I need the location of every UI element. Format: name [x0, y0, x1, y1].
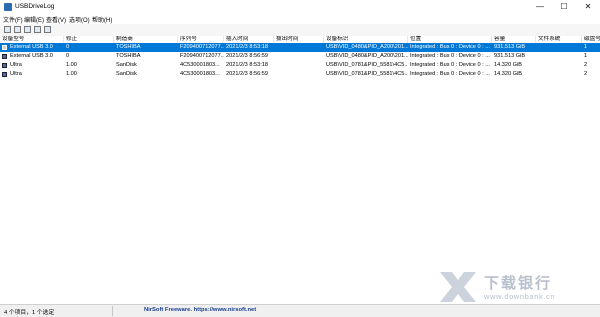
cell-disk-number: 2: [584, 62, 588, 68]
cell-capacity: 931.513 GiB: [494, 53, 526, 59]
refresh-icon[interactable]: [34, 26, 41, 33]
menu-edit[interactable]: 编辑(E): [24, 15, 44, 24]
column-header-serial[interactable]: 序列号: [178, 36, 224, 43]
cell-disk-number: 1: [584, 44, 588, 50]
cell-unplug-time: [274, 43, 324, 52]
cell-plugin-time: 2021/2/3 8:53:18: [226, 62, 268, 68]
cell-unplug-time: [274, 52, 324, 61]
column-header-revision[interactable]: 修正: [64, 36, 114, 43]
window-title: USBDriveLog: [15, 3, 55, 10]
close-button[interactable]: ✕: [576, 0, 600, 14]
cell-plugin-time: 2021/2/3 8:56:59: [226, 53, 268, 59]
usb-drive-icon: [2, 72, 7, 77]
cell-revision: 0: [66, 44, 70, 50]
column-header-model[interactable]: 设备型号: [0, 36, 64, 43]
cell-filesystem: [536, 43, 582, 52]
menu-options[interactable]: 选项(O): [69, 15, 90, 24]
cell-serial: F209400712077...: [180, 53, 224, 59]
cell-revision: 1.00: [66, 71, 77, 77]
table-row[interactable]: Ultra 1.00 SanDisk 4C530001803... 2021/2…: [0, 61, 600, 70]
cell-disk-number: 2: [584, 71, 588, 77]
app-icon: [4, 3, 12, 11]
export-icon[interactable]: [44, 26, 51, 33]
column-header-capacity[interactable]: 容量: [492, 36, 536, 43]
table-row[interactable]: Ultra 1.00 SanDisk 4C530001803... 2021/2…: [0, 70, 600, 79]
usb-drive-icon: [2, 54, 7, 59]
cell-location: Integrated : Bus 0 : Device 0 : ...: [410, 44, 490, 50]
nirsoft-link[interactable]: NirSoft Freeware. https://www.nirsoft.ne…: [144, 307, 256, 313]
status-item-count: 4 个项目，1 个选定: [4, 310, 55, 316]
cell-model: Ultra: [10, 71, 22, 77]
watermark-text: 下载银行: [484, 275, 553, 292]
cell-filesystem: [536, 52, 582, 61]
cell-plugin-time: 2021/2/3 8:56:59: [226, 71, 268, 77]
cell-filesystem: [536, 61, 582, 70]
cell-serial: F209400712077...: [180, 44, 224, 50]
usb-drive-icon: [2, 45, 7, 50]
cell-model: External USB 3.0: [10, 53, 53, 59]
cell-serial: 4C530001803...: [180, 71, 220, 77]
status-divider: [112, 306, 113, 316]
cell-location: Integrated : Bus 0 : Device 0 : ...: [410, 71, 490, 77]
menu-bar: 文件(F) 编辑(E) 查看(V) 选项(O) 帮助(H): [0, 14, 600, 24]
cell-device-id: USB\VID_0480&PID_A200\201...: [326, 44, 408, 50]
copy-icon[interactable]: [14, 26, 21, 33]
maximize-button[interactable]: ☐: [552, 0, 576, 14]
cell-revision: 0: [66, 53, 70, 59]
cell-location: Integrated : Bus 0 : Device 0 : ...: [410, 62, 490, 68]
save-icon[interactable]: [4, 26, 11, 33]
cell-device-id: USB\VID_0480&PID_A200\201...: [326, 53, 408, 59]
cell-vendor: TOSHIBA: [116, 44, 141, 50]
cell-capacity: 14.320 GiB: [494, 62, 522, 68]
cell-serial: 4C530001803...: [180, 62, 220, 68]
menu-file[interactable]: 文件(F): [3, 15, 23, 24]
cell-device-id: USB\VID_0781&PID_5581\4C5...: [326, 71, 408, 77]
cell-location: Integrated : Bus 0 : Device 0 : ...: [410, 53, 490, 59]
watermark-subtext: www.downbank.cn: [484, 292, 556, 301]
cell-capacity: 14.320 GiB: [494, 71, 522, 77]
column-header-location[interactable]: 位置: [408, 36, 492, 43]
properties-icon[interactable]: [24, 26, 31, 33]
cell-capacity: 931.513 GiB: [494, 44, 526, 50]
cell-device-id: USB\VID_0781&PID_5581\4C5...: [326, 62, 408, 68]
usb-drive-icon: [2, 63, 7, 68]
cell-unplug-time: [274, 61, 324, 70]
cell-unplug-time: [274, 70, 324, 79]
title-bar: USBDriveLog — ☐ ✕: [0, 0, 600, 14]
cell-disk-number: 1: [584, 53, 588, 59]
table-row[interactable]: External USB 3.0 0 TOSHIBA F209400712077…: [0, 52, 600, 61]
status-bar: 4 个项目，1 个选定 NirSoft Freeware. https://ww…: [0, 304, 600, 317]
column-header-device-id[interactable]: 设备标识: [324, 36, 408, 43]
column-header-vendor[interactable]: 制造商: [114, 36, 178, 43]
cell-vendor: TOSHIBA: [116, 53, 141, 59]
cell-vendor: SanDisk: [116, 71, 137, 77]
column-header-unplug-time[interactable]: 拔出时间: [274, 36, 324, 43]
column-header-disk-number[interactable]: 磁盘号: [582, 36, 600, 43]
cell-revision: 1.00: [66, 62, 77, 68]
cell-model: Ultra: [10, 62, 22, 68]
cell-filesystem: [536, 70, 582, 79]
minimize-button[interactable]: —: [528, 0, 552, 14]
cell-plugin-time: 2021/2/3 8:53:18: [226, 44, 268, 50]
watermark-logo-icon: [440, 272, 476, 302]
menu-view[interactable]: 查看(V): [46, 15, 66, 24]
table-row[interactable]: External USB 3.0 0 TOSHIBA F209400712077…: [0, 43, 600, 52]
menu-help[interactable]: 帮助(H): [92, 15, 112, 24]
cell-vendor: SanDisk: [116, 62, 137, 68]
cell-model: External USB 3.0: [10, 44, 53, 50]
column-header-filesystem[interactable]: 文件系统: [536, 36, 582, 43]
column-header-plugin-time[interactable]: 插入时间: [224, 36, 274, 43]
